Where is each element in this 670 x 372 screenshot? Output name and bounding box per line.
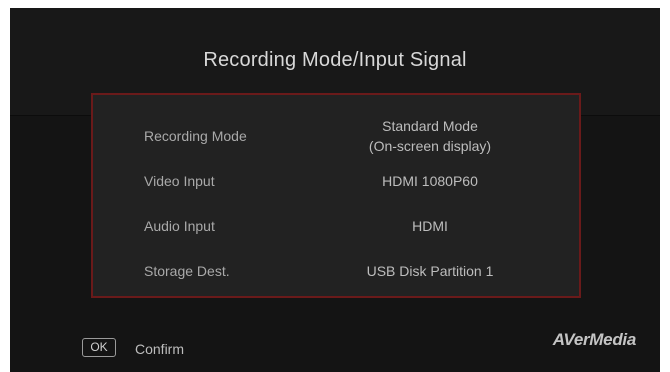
audio-input-label: Audio Input: [144, 218, 215, 234]
storage-dest-value-text: USB Disk Partition 1: [366, 263, 494, 279]
recording-mode-value: Standard Mode (On-screen display): [325, 116, 535, 156]
video-input-value: HDMI 1080P60: [325, 161, 535, 201]
storage-dest-value: USB Disk Partition 1: [325, 251, 535, 291]
row-audio-input: Audio Input HDMI: [93, 206, 579, 246]
row-recording-mode: Recording Mode Standard Mode (On-screen …: [93, 116, 579, 156]
recording-mode-label: Recording Mode: [144, 128, 247, 144]
storage-dest-label: Storage Dest.: [144, 263, 230, 279]
avermedia-logo: AVerMedia: [552, 330, 637, 349]
audio-input-value-text: HDMI: [412, 218, 448, 234]
ok-button-icon[interactable]: OK: [82, 338, 116, 357]
row-storage-dest: Storage Dest. USB Disk Partition 1: [93, 251, 579, 291]
recording-mode-value-line1: Standard Mode: [382, 118, 478, 134]
recording-mode-value-line2: (On-screen display): [368, 138, 492, 154]
confirm-label: Confirm: [135, 341, 185, 357]
video-input-value-text: HDMI 1080P60: [382, 173, 478, 189]
osd-screen: Recording Mode/Input Signal Recording Mo…: [10, 8, 660, 372]
row-video-input: Video Input HDMI 1080P60: [93, 161, 579, 201]
audio-input-value: HDMI: [325, 206, 535, 246]
info-panel: Recording Mode Standard Mode (On-screen …: [91, 93, 581, 298]
video-input-label: Video Input: [144, 173, 215, 189]
page-title: Recording Mode/Input Signal: [203, 49, 467, 71]
